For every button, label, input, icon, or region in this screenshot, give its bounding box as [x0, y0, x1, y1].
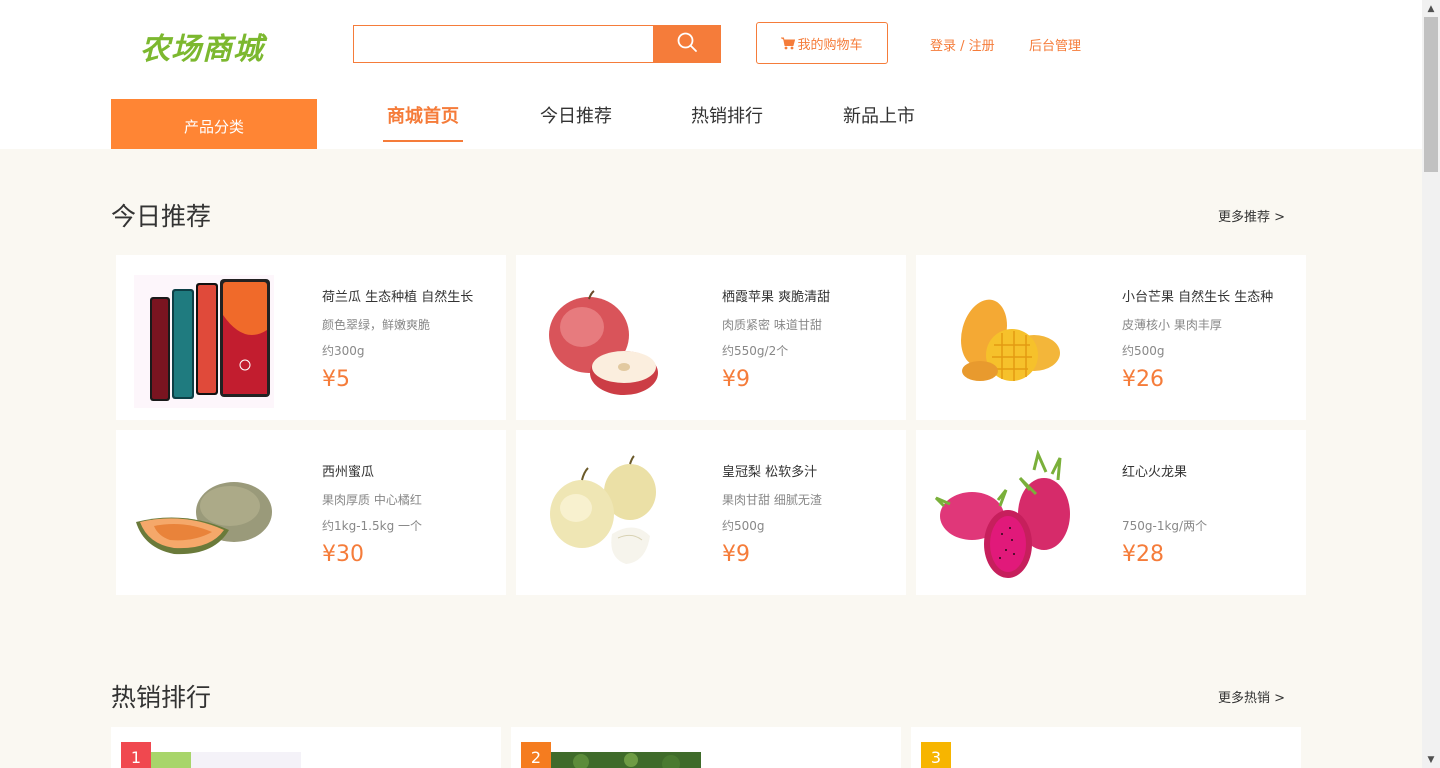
nav-new[interactable]: 新品上市 [843, 102, 915, 142]
hot-product-card[interactable]: 3 [911, 727, 1301, 768]
hot-product-image [151, 752, 301, 768]
product-price: ¥26 [1122, 367, 1164, 392]
scroll-up-arrow-icon[interactable]: ▲ [1422, 0, 1440, 17]
recommend-title: 今日推荐 [111, 202, 212, 231]
admin-link[interactable]: 后台管理 [1029, 35, 1081, 54]
product-price: ¥28 [1122, 542, 1164, 567]
rank-badge: 1 [121, 742, 151, 768]
hot-product-image [551, 752, 701, 768]
product-price: ¥9 [722, 367, 750, 392]
product-card[interactable]: 荷兰瓜 生态种植 自然生长 颜色翠绿，鲜嫩爽脆 约300g ¥5 [116, 255, 506, 420]
phone-image [134, 275, 274, 408]
page-scrollbar[interactable]: ▲ ▼ [1422, 0, 1440, 768]
cart-button[interactable]: 我的购物车 [756, 22, 888, 64]
hot-product-card[interactable]: 2 [511, 727, 901, 768]
product-weight: 约300g [322, 344, 365, 358]
scroll-down-arrow-icon[interactable]: ▼ [1422, 751, 1440, 768]
product-desc: 果肉厚质 中心橘红 [322, 493, 422, 507]
product-desc: 果肉甘甜 细腻无渣 [722, 493, 822, 507]
product-name: 西州蜜瓜 [322, 465, 375, 480]
cart-icon [781, 37, 796, 50]
product-card[interactable]: 西州蜜瓜 果肉厚质 中心橘红 约1kg-1.5kg 一个 ¥30 [116, 430, 506, 595]
product-desc: 肉质紧密 味道甘甜 [722, 318, 822, 332]
product-weight: 750g-1kg/两个 [1122, 519, 1208, 533]
mango-image [960, 299, 1060, 381]
search-bar [353, 25, 721, 63]
product-weight: 约500g [1122, 344, 1165, 358]
product-price: ¥9 [722, 542, 750, 567]
hot-product-card[interactable]: 1 [111, 727, 501, 768]
more-recommend-link[interactable]: 更多推荐 > [1218, 206, 1285, 225]
nav-home[interactable]: 商城首页 [383, 102, 463, 142]
product-name: 小台芒果 自然生长 生态种 [1122, 290, 1274, 305]
more-hot-link[interactable]: 更多热销 > [1218, 687, 1285, 706]
product-desc: 皮薄核小 果肉丰厚 [1122, 318, 1222, 332]
product-name: 红心火龙果 [1122, 465, 1188, 480]
pear-image [550, 455, 656, 564]
product-name: 荷兰瓜 生态种植 自然生长 [322, 290, 474, 305]
hot-title: 热销排行 [111, 683, 212, 712]
melon-image [136, 482, 272, 555]
search-button[interactable] [653, 25, 721, 63]
product-weight: 约550g/2个 [722, 344, 789, 358]
product-price: ¥30 [322, 542, 364, 567]
cart-label: 我的购物车 [797, 37, 863, 53]
rank-badge: 2 [521, 742, 551, 768]
product-price: ¥5 [322, 367, 350, 392]
product-weight: 约1kg-1.5kg 一个 [322, 519, 422, 533]
product-card[interactable]: 栖霞苹果 爽脆清甜 肉质紧密 味道甘甜 约550g/2个 ¥9 [516, 255, 906, 420]
product-name: 皇冠梨 松软多汁 [722, 465, 818, 480]
dragonfruit-image [934, 450, 1070, 578]
site-header: 农场商城 我的购物车 登录 / 注册 后台管理 产品分类 商城首页 今日推荐 热… [0, 0, 1422, 149]
product-weight: 约500g [722, 519, 765, 533]
product-desc: 颜色翠绿，鲜嫩爽脆 [322, 318, 431, 332]
search-input[interactable] [353, 25, 653, 63]
scroll-thumb[interactable] [1424, 17, 1438, 172]
rank-badge: 3 [921, 742, 951, 768]
nav-recommend[interactable]: 今日推荐 [540, 102, 612, 142]
product-name: 栖霞苹果 爽脆清甜 [722, 290, 831, 305]
apple-image [549, 290, 658, 395]
nav-hot[interactable]: 热销排行 [691, 102, 763, 142]
product-card[interactable]: 红心火龙果 750g-1kg/两个 ¥28 [916, 430, 1306, 595]
product-card[interactable]: 皇冠梨 松软多汁 果肉甘甜 细腻无渣 约500g ¥9 [516, 430, 906, 595]
category-button[interactable]: 产品分类 [111, 99, 317, 149]
login-register-link[interactable]: 登录 / 注册 [930, 35, 995, 54]
product-card[interactable]: 小台芒果 自然生长 生态种 皮薄核小 果肉丰厚 约500g ¥26 [916, 255, 1306, 420]
site-logo[interactable]: 农场商城 [140, 24, 264, 68]
search-icon [676, 31, 698, 57]
